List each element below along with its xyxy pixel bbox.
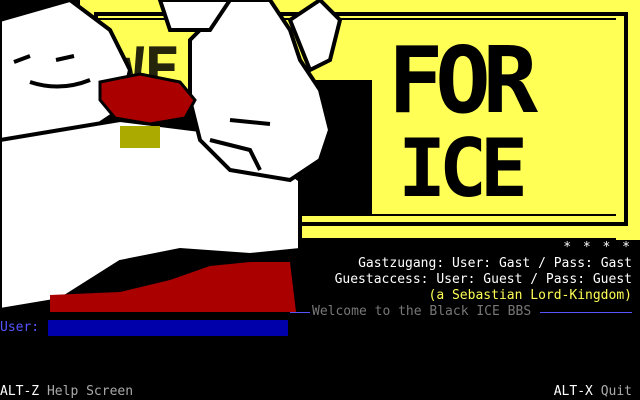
banner-title-ice: ICE <box>398 122 528 215</box>
creature-nose-shadow <box>120 126 160 148</box>
quit-label: Quit <box>600 384 632 399</box>
guest-access-line: Guestaccess: User: Guest / Pass: Guest <box>334 272 632 287</box>
user-label: User: <box>0 320 40 335</box>
quit-shortcut[interactable]: ALT-X Quit <box>554 384 632 400</box>
user-input[interactable] <box>48 320 288 336</box>
credit-line: (a Sebastian Lord-Kingdom) <box>428 288 633 303</box>
creature-nose <box>98 72 197 126</box>
stars-decoration: * * * * <box>563 240 632 255</box>
welcome-rule-left <box>290 312 310 313</box>
banner-frame-bottom <box>300 216 640 238</box>
gast-access-line: Gastzugang: User: Gast / Pass: Gast <box>358 256 632 271</box>
welcome-line: Welcome to the Black ICE BBS <box>312 304 532 319</box>
help-key: ALT-Z <box>0 384 40 399</box>
banner-title-for: FOR <box>388 27 539 134</box>
welcome-rule-right <box>540 312 632 313</box>
help-label: Help Screen <box>46 384 134 399</box>
quit-key: ALT-X <box>553 384 593 399</box>
help-shortcut[interactable]: ALT-Z Help Screen <box>0 384 133 400</box>
